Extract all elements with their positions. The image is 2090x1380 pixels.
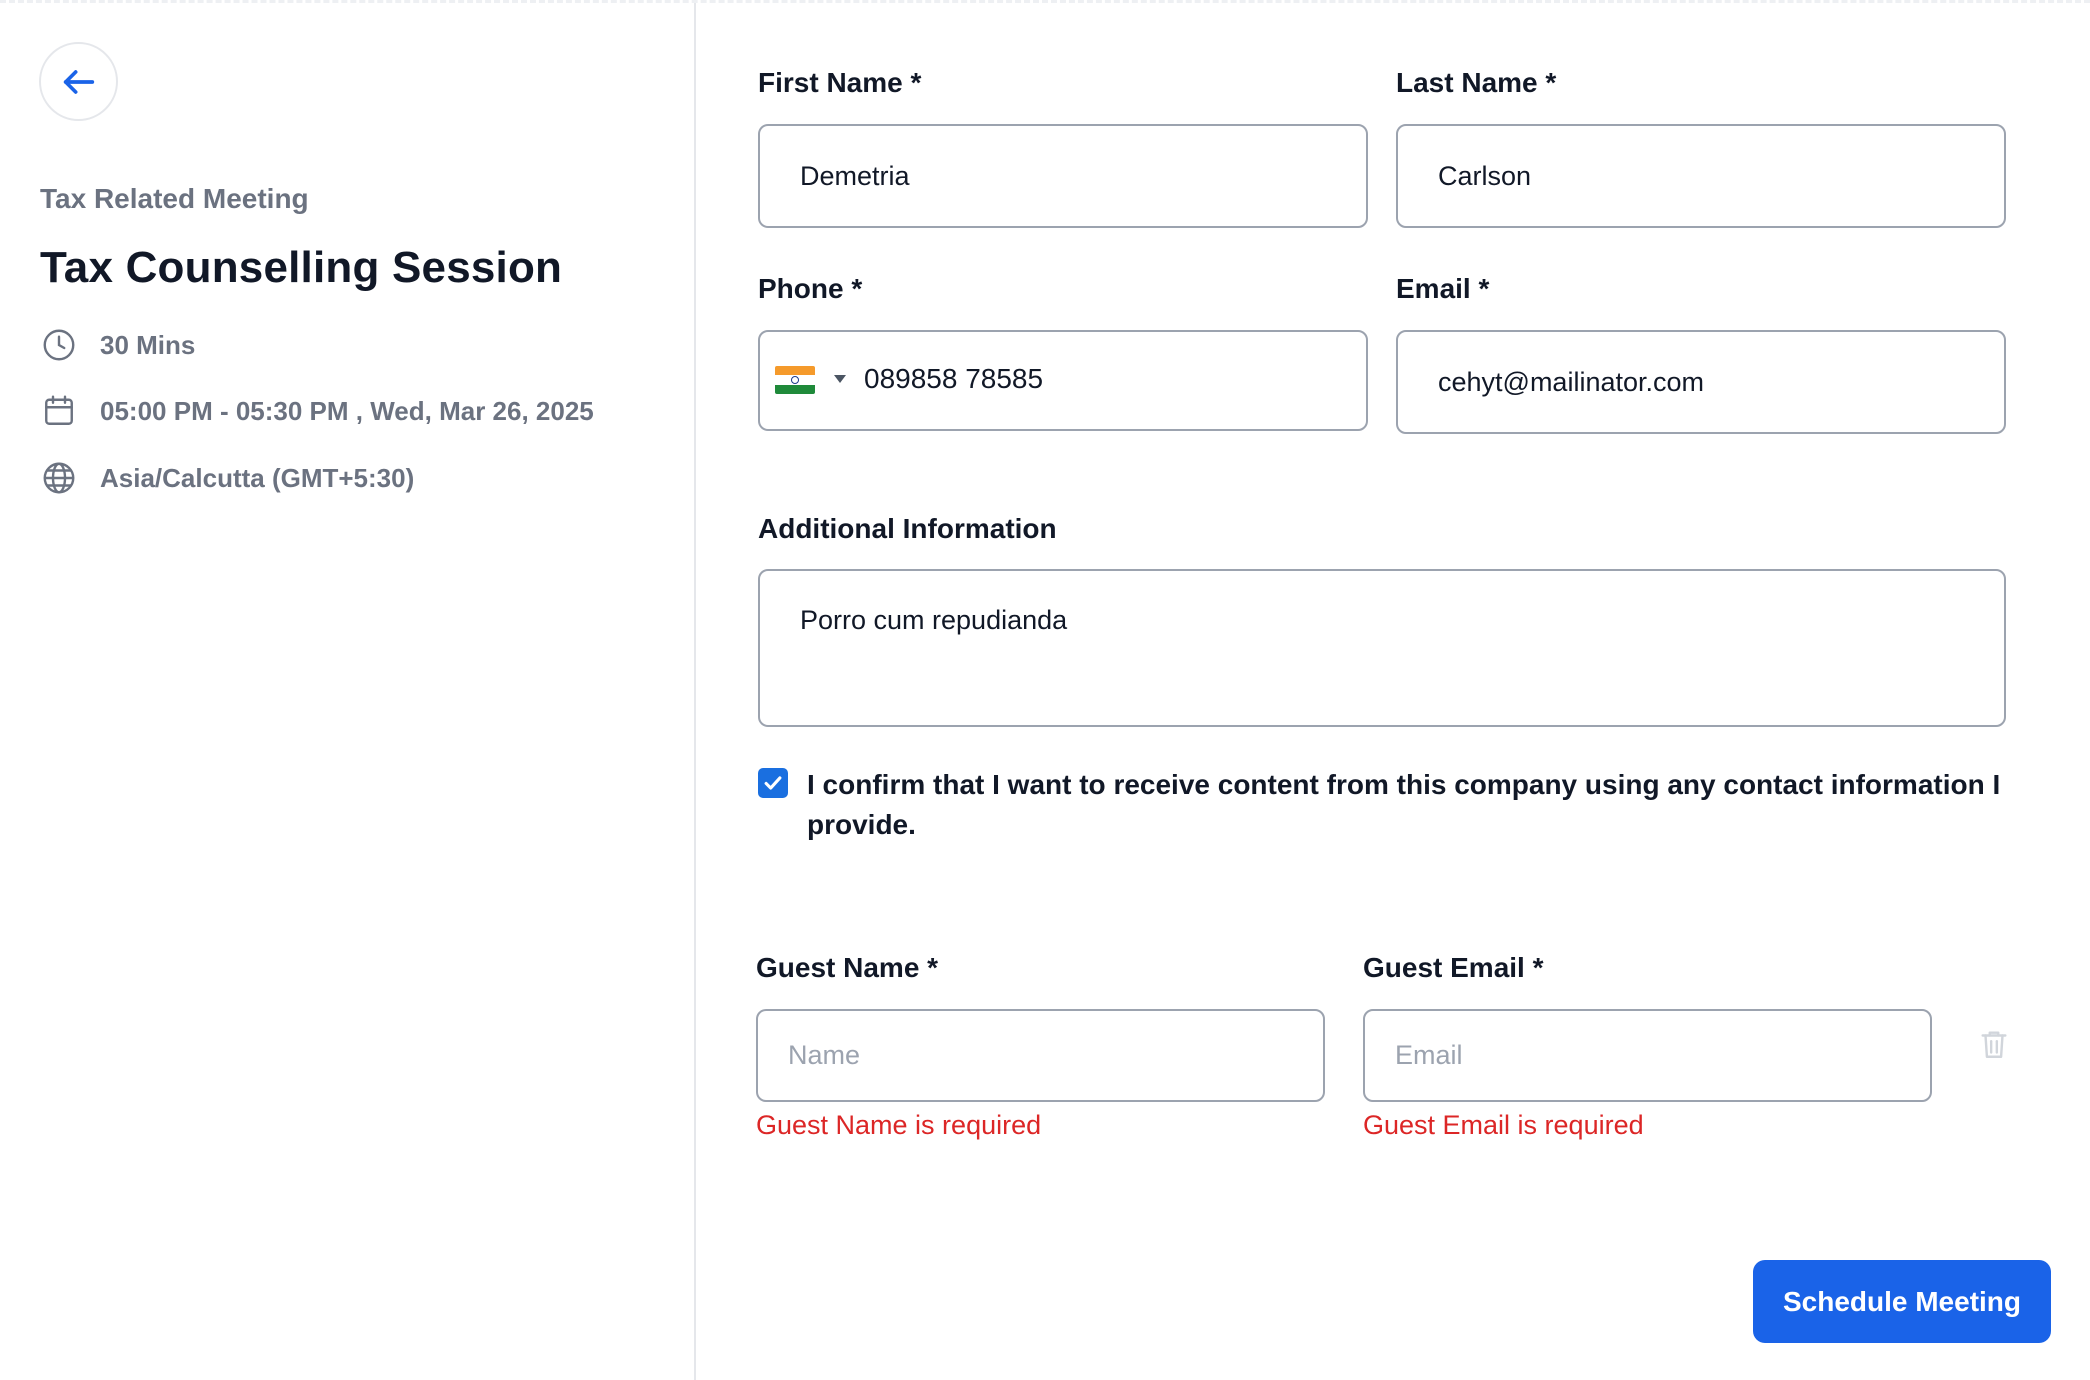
booking-page: Tax Related Meeting Tax Counselling Sess… <box>0 0 2090 1380</box>
last-name-value: Carlson <box>1438 160 1532 191</box>
consent-checkbox[interactable] <box>758 768 788 798</box>
last-name-label: Last Name * <box>1396 67 1557 98</box>
event-title: Tax Counselling Session <box>40 243 563 292</box>
guest-email-error: Guest Email is required <box>1363 1110 1644 1140</box>
guest-email-label: Guest Email * <box>1363 952 1544 983</box>
event-timezone: Asia/Calcutta (GMT+5:30) <box>40 458 414 498</box>
calendar-icon <box>40 392 78 430</box>
email-value: cehyt@mailinator.com <box>1438 366 1705 397</box>
first-name-label: First Name * <box>758 67 922 98</box>
india-flag-icon[interactable] <box>775 366 815 394</box>
additional-info-label: Additional Information <box>758 513 1057 544</box>
phone-value: 089858 78585 <box>864 363 1044 394</box>
country-dropdown-caret-icon[interactable] <box>834 375 846 383</box>
guest-name-label: Guest Name * <box>756 952 939 983</box>
back-button[interactable] <box>39 42 118 121</box>
delete-guest-button[interactable] <box>1974 1025 2014 1097</box>
event-category: Tax Related Meeting <box>40 183 309 214</box>
first-name-field[interactable]: Demetria <box>758 124 1368 228</box>
datetime-text: 05:00 PM - 05:30 PM , Wed, Mar 26, 2025 <box>100 395 594 426</box>
globe-icon <box>40 459 78 497</box>
last-name-field[interactable]: Carlson <box>1396 124 2006 228</box>
event-duration: 30 Mins <box>40 325 195 365</box>
guest-name-placeholder: Name <box>788 1040 861 1070</box>
schedule-meeting-button[interactable]: Schedule Meeting <box>1753 1260 2051 1343</box>
event-summary-panel: Tax Related Meeting Tax Counselling Sess… <box>0 3 696 1380</box>
guest-name-field[interactable]: Name <box>756 1009 1325 1102</box>
event-datetime: 05:00 PM - 05:30 PM , Wed, Mar 26, 2025 <box>40 391 594 431</box>
consent-text: I confirm that I want to receive content… <box>807 769 2001 840</box>
checkmark-icon <box>764 776 782 790</box>
arrow-left-icon <box>63 69 94 94</box>
duration-text: 30 Mins <box>100 329 196 360</box>
clock-icon <box>40 326 78 364</box>
trash-icon <box>1981 1031 2007 1058</box>
guest-email-placeholder: Email <box>1395 1040 1463 1070</box>
timezone-text: Asia/Calcutta (GMT+5:30) <box>100 462 415 493</box>
additional-info-textarea[interactable]: Porro cum repudianda <box>758 569 2006 727</box>
guest-name-error: Guest Name is required <box>756 1110 1042 1140</box>
guest-email-field[interactable]: Email <box>1363 1009 1932 1102</box>
first-name-value: Demetria <box>800 160 910 191</box>
email-label: Email * <box>1396 273 1490 304</box>
phone-field[interactable]: 089858 78585 <box>758 330 1368 431</box>
phone-label: Phone * <box>758 273 863 304</box>
email-field[interactable]: cehyt@mailinator.com <box>1396 330 2006 434</box>
additional-info-value: Porro cum repudianda <box>800 605 1068 635</box>
